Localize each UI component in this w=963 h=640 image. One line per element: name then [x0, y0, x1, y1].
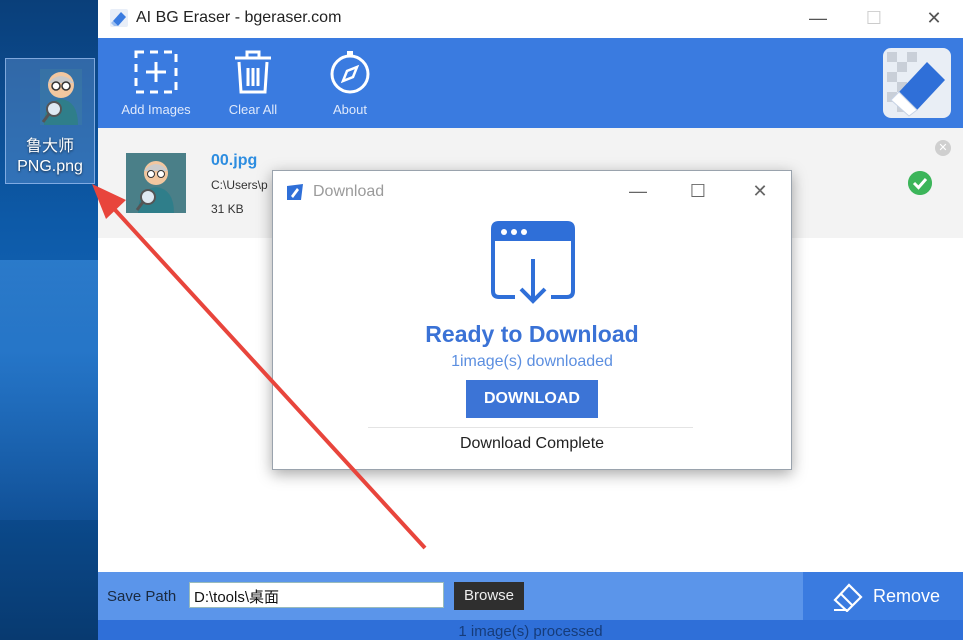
about-button[interactable]: About: [310, 48, 390, 117]
remove-background-button[interactable]: Remove: [803, 572, 963, 620]
eraser-logo-icon: [883, 48, 951, 118]
cartoon-avatar-icon: [40, 69, 82, 125]
eraser-icon: [833, 583, 863, 612]
download-window-icon: [491, 221, 575, 304]
close-button[interactable]: ✕: [920, 6, 948, 30]
about-label: About: [333, 102, 367, 117]
download-dialog: Download — ☐ ✕ Ready to Download 1image(…: [272, 170, 792, 470]
eraser-app-icon: [110, 9, 128, 27]
minimize-button[interactable]: —: [804, 6, 832, 30]
file-path: C:\Users\p: [211, 178, 268, 192]
check-success-icon: [908, 171, 932, 195]
trash-icon: [235, 50, 271, 94]
window-title: AI BG Eraser - bgeraser.com: [136, 9, 342, 26]
desktop-light-beam: [0, 260, 100, 520]
dialog-app-icon: [287, 184, 303, 200]
file-size: 31 KB: [211, 202, 244, 216]
add-images-label: Add Images: [121, 102, 191, 117]
dialog-subtext: 1image(s) downloaded: [451, 353, 613, 370]
remove-label: Remove: [873, 586, 941, 606]
desktop-file-label-line1: 鲁大师: [25, 138, 74, 155]
clear-all-label: Clear All: [228, 102, 278, 117]
status-text: 1 image(s) processed: [458, 623, 603, 640]
add-images-icon: [134, 50, 178, 94]
browse-button[interactable]: Browse: [454, 582, 524, 610]
dialog-heading: Ready to Download: [425, 321, 639, 347]
dialog-maximize-button[interactable]: ☐: [685, 179, 711, 203]
save-path-input[interactable]: D:\tools\桌面: [189, 582, 444, 608]
dialog-close-button[interactable]: ✕: [747, 179, 773, 203]
maximize-button[interactable]: ☐: [860, 6, 888, 30]
add-images-button[interactable]: Add Images: [116, 48, 196, 117]
save-path-label: Save Path: [107, 588, 177, 605]
download-complete-text: Download Complete: [459, 435, 605, 452]
file-thumbnail: [126, 153, 186, 213]
desktop-file-label-line2: PNG.png: [17, 158, 83, 175]
title-bar: AI BG Eraser - bgeraser.com — ☐ ✕: [98, 0, 963, 38]
compass-icon: [330, 51, 370, 94]
dialog-minimize-button[interactable]: —: [625, 179, 651, 203]
desktop-file-icon[interactable]: 鲁大师 PNG.png: [5, 58, 95, 184]
desktop-file-label: 鲁大师 PNG.png: [6, 137, 94, 177]
toolbar: Add Images Clear All About: [98, 38, 963, 128]
file-name[interactable]: 00.jpg: [211, 152, 257, 170]
dialog-divider: [368, 427, 693, 428]
remove-file-icon[interactable]: ✕: [935, 140, 951, 156]
clear-all-button[interactable]: Clear All: [213, 48, 293, 117]
dialog-title: Download: [313, 183, 385, 200]
bottom-bar: Save Path D:\tools\桌面 Browse Remove: [98, 572, 963, 620]
download-button[interactable]: DOWNLOAD: [466, 380, 598, 418]
status-bar: 1 image(s) processed: [98, 620, 963, 640]
